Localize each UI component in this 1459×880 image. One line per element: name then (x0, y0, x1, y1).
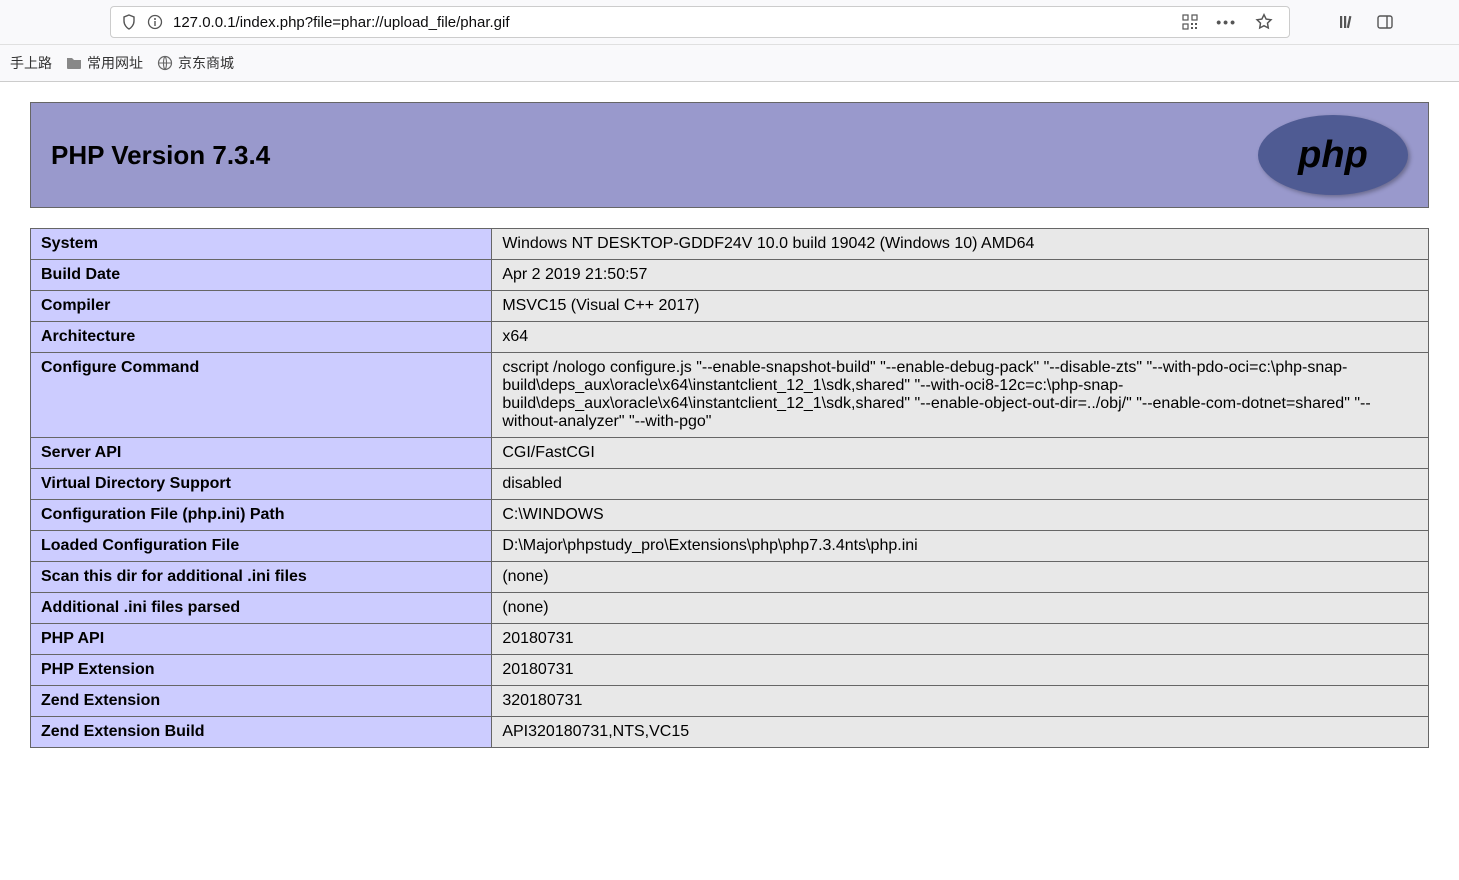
php-logo-text: php (1298, 134, 1368, 177)
page-title: PHP Version 7.3.4 (51, 140, 270, 171)
info-value: C:\WINDOWS (492, 500, 1429, 531)
phpinfo-table: SystemWindows NT DESKTOP-GDDF24V 10.0 bu… (30, 228, 1429, 748)
phpinfo-header: PHP Version 7.3.4 php (30, 102, 1429, 208)
info-value: CGI/FastCGI (492, 438, 1429, 469)
info-key: Compiler (31, 291, 492, 322)
info-key: Virtual Directory Support (31, 469, 492, 500)
table-row: Architecturex64 (31, 322, 1429, 353)
info-icon[interactable] (147, 14, 163, 30)
info-value: MSVC15 (Visual C++ 2017) (492, 291, 1429, 322)
info-key: PHP Extension (31, 655, 492, 686)
php-logo: php (1258, 115, 1408, 195)
table-row: Loaded Configuration FileD:\Major\phpstu… (31, 531, 1429, 562)
table-row: PHP API20180731 (31, 624, 1429, 655)
table-row: PHP Extension20180731 (31, 655, 1429, 686)
table-row: CompilerMSVC15 (Visual C++ 2017) (31, 291, 1429, 322)
page-content: PHP Version 7.3.4 php SystemWindows NT D… (0, 82, 1459, 768)
table-row: Scan this dir for additional .ini files(… (31, 562, 1429, 593)
table-row: Server APICGI/FastCGI (31, 438, 1429, 469)
info-value: x64 (492, 322, 1429, 353)
info-key: Configuration File (php.ini) Path (31, 500, 492, 531)
info-key: Loaded Configuration File (31, 531, 492, 562)
info-key: Architecture (31, 322, 492, 353)
table-row: Zend Extension320180731 (31, 686, 1429, 717)
info-key: Zend Extension Build (31, 717, 492, 748)
bookmark-item-common[interactable]: 常用网址 (66, 53, 143, 73)
qr-icon[interactable] (1182, 14, 1198, 30)
info-key: Additional .ini files parsed (31, 593, 492, 624)
info-value: disabled (492, 469, 1429, 500)
info-value: Apr 2 2019 21:50:57 (492, 260, 1429, 291)
table-row: Zend Extension BuildAPI320180731,NTS,VC1… (31, 717, 1429, 748)
info-value: 20180731 (492, 655, 1429, 686)
info-value: 320180731 (492, 686, 1429, 717)
info-key: Configure Command (31, 353, 492, 438)
more-icon[interactable]: ••• (1216, 14, 1237, 30)
bookmark-label: 常用网址 (87, 53, 143, 73)
info-key: Build Date (31, 260, 492, 291)
info-value: (none) (492, 593, 1429, 624)
info-key: System (31, 229, 492, 260)
info-key: Zend Extension (31, 686, 492, 717)
globe-icon (157, 55, 173, 71)
info-value: cscript /nologo configure.js "--enable-s… (492, 353, 1429, 438)
info-key: PHP API (31, 624, 492, 655)
table-row: Additional .ini files parsed(none) (31, 593, 1429, 624)
url-bar-actions: ••• (1182, 13, 1279, 31)
bookmark-item-jd[interactable]: 京东商城 (157, 53, 234, 73)
bookmark-label: 手上路 (10, 53, 52, 73)
bookmarks-bar: 手上路 常用网址 京东商城 (0, 45, 1459, 82)
info-value: D:\Major\phpstudy_pro\Extensions\php\php… (492, 531, 1429, 562)
table-row: SystemWindows NT DESKTOP-GDDF24V 10.0 bu… (31, 229, 1429, 260)
info-key: Server API (31, 438, 492, 469)
sidebar-icon[interactable] (1376, 13, 1394, 31)
bookmark-label: 京东商城 (178, 53, 234, 73)
table-row: Configure Commandcscript /nologo configu… (31, 353, 1429, 438)
folder-icon (66, 55, 82, 71)
info-value: (none) (492, 562, 1429, 593)
browser-toolbar: 127.0.0.1/index.php?file=phar://upload_f… (0, 0, 1459, 45)
info-value: Windows NT DESKTOP-GDDF24V 10.0 build 19… (492, 229, 1429, 260)
url-text[interactable]: 127.0.0.1/index.php?file=phar://upload_f… (173, 14, 1172, 31)
info-value: API320180731,NTS,VC15 (492, 717, 1429, 748)
url-bar[interactable]: 127.0.0.1/index.php?file=phar://upload_f… (110, 6, 1290, 38)
star-icon[interactable] (1255, 13, 1273, 31)
toolbar-right-icons (1338, 13, 1394, 31)
table-row: Build DateApr 2 2019 21:50:57 (31, 260, 1429, 291)
bookmark-item-getting-started[interactable]: 手上路 (10, 53, 52, 73)
table-row: Virtual Directory Supportdisabled (31, 469, 1429, 500)
library-icon[interactable] (1338, 13, 1356, 31)
table-row: Configuration File (php.ini) PathC:\WIND… (31, 500, 1429, 531)
info-value: 20180731 (492, 624, 1429, 655)
info-key: Scan this dir for additional .ini files (31, 562, 492, 593)
shield-icon[interactable] (121, 14, 137, 30)
